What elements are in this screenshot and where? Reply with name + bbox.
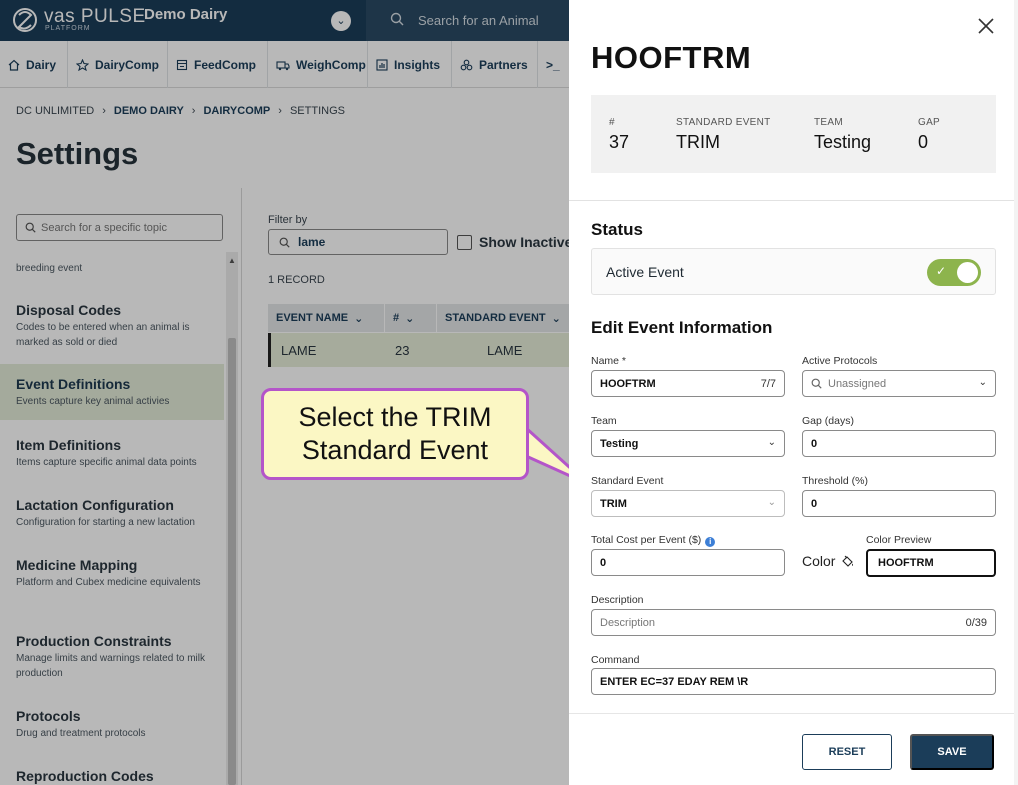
summary-number: # 37: [609, 117, 629, 153]
search-icon: [811, 378, 822, 389]
team-label: Team: [591, 415, 617, 427]
description-label: Description: [591, 594, 644, 606]
chevron-down-icon: ⌄: [978, 377, 987, 388]
summary-value: TRIM: [676, 132, 720, 152]
summary-value: Testing: [814, 132, 872, 152]
protocols-placeholder: Unassigned: [828, 377, 887, 390]
color-preview-value: HOOFTRM: [878, 557, 934, 569]
summary-value: 37: [609, 132, 630, 152]
team-select[interactable]: Testing ⌄: [591, 430, 785, 457]
drawer-scrollbar[interactable]: [1014, 0, 1018, 785]
close-icon[interactable]: [976, 16, 996, 36]
name-label: Name *: [591, 355, 627, 367]
description-placeholder: Description: [600, 616, 656, 629]
summary-value: 0: [918, 132, 929, 152]
edit-event-drawer: HOOFTRM # 37 STANDARD EVENT TRIM TEAM Te…: [569, 0, 1018, 785]
callout-text: Select the TRIM Standard Event: [298, 402, 492, 465]
command-label: Command: [591, 654, 640, 666]
name-char-count: 7/7: [760, 378, 776, 390]
active-event-label: Active Event: [606, 264, 684, 280]
tutorial-callout: Select the TRIM Standard Event: [261, 388, 529, 480]
color-preview: HOOFTRM: [866, 549, 996, 577]
save-button[interactable]: SAVE: [910, 734, 994, 770]
cost-label-text: Total Cost per Event ($): [591, 534, 702, 546]
standard-event-select[interactable]: TRIM ⌄: [591, 490, 785, 517]
protocols-label: Active Protocols: [802, 355, 878, 367]
check-icon: ✓: [936, 264, 947, 278]
name-value: HOOFTRM: [600, 377, 656, 390]
summary-label: GAP: [918, 117, 941, 128]
description-field[interactable]: Description 0/39: [591, 609, 996, 636]
summary-label: TEAM: [814, 117, 843, 128]
active-event-toggle[interactable]: ✓: [927, 259, 981, 286]
description-char-count: 0/39: [965, 617, 987, 629]
cost-value: 0: [600, 556, 607, 569]
gap-field[interactable]: 0: [802, 430, 996, 457]
color-label: Color: [802, 553, 836, 569]
gap-value: 0: [811, 437, 818, 450]
summary-label: #: [609, 117, 615, 128]
chevron-down-icon: ⌄: [767, 437, 776, 448]
summary-standard-event: STANDARD EVENT TRIM: [676, 117, 771, 153]
cost-label: Total Cost per Event ($) i: [591, 534, 716, 547]
event-title: HOOFTRM: [591, 40, 752, 75]
color-picker[interactable]: Color: [802, 553, 854, 569]
toggle-knob: [957, 262, 978, 283]
team-value: Testing: [600, 437, 639, 450]
threshold-label: Threshold (%): [802, 475, 868, 487]
command-field[interactable]: ENTER EC=37 EDAY REM \R: [591, 668, 996, 695]
threshold-field[interactable]: 0: [802, 490, 996, 517]
edit-heading: Edit Event Information: [591, 318, 773, 337]
status-card: Active Event ✓: [591, 248, 996, 295]
status-heading: Status: [591, 220, 643, 239]
reset-button[interactable]: RESET: [802, 734, 892, 770]
event-summary: # 37 STANDARD EVENT TRIM TEAM Testing GA…: [591, 95, 996, 173]
command-value: ENTER EC=37 EDAY REM \R: [600, 675, 749, 688]
color-preview-label: Color Preview: [866, 534, 932, 546]
summary-gap: GAP 0: [918, 117, 940, 153]
paint-bucket-icon[interactable]: [841, 555, 854, 568]
threshold-value: 0: [811, 497, 818, 510]
summary-label: STANDARD EVENT: [676, 117, 771, 128]
info-icon[interactable]: i: [705, 537, 716, 547]
protocols-select[interactable]: Unassigned ⌄: [802, 370, 996, 397]
gap-label: Gap (days): [802, 415, 854, 427]
divider: [569, 200, 1018, 201]
summary-team: TEAM Testing: [814, 117, 871, 153]
divider: [569, 713, 1018, 714]
standard-event-label: Standard Event: [591, 475, 664, 487]
chevron-down-icon: ⌄: [767, 497, 776, 508]
standard-event-value: TRIM: [600, 497, 627, 510]
name-field[interactable]: HOOFTRM 7/7: [591, 370, 785, 397]
cost-field[interactable]: 0: [591, 549, 785, 576]
